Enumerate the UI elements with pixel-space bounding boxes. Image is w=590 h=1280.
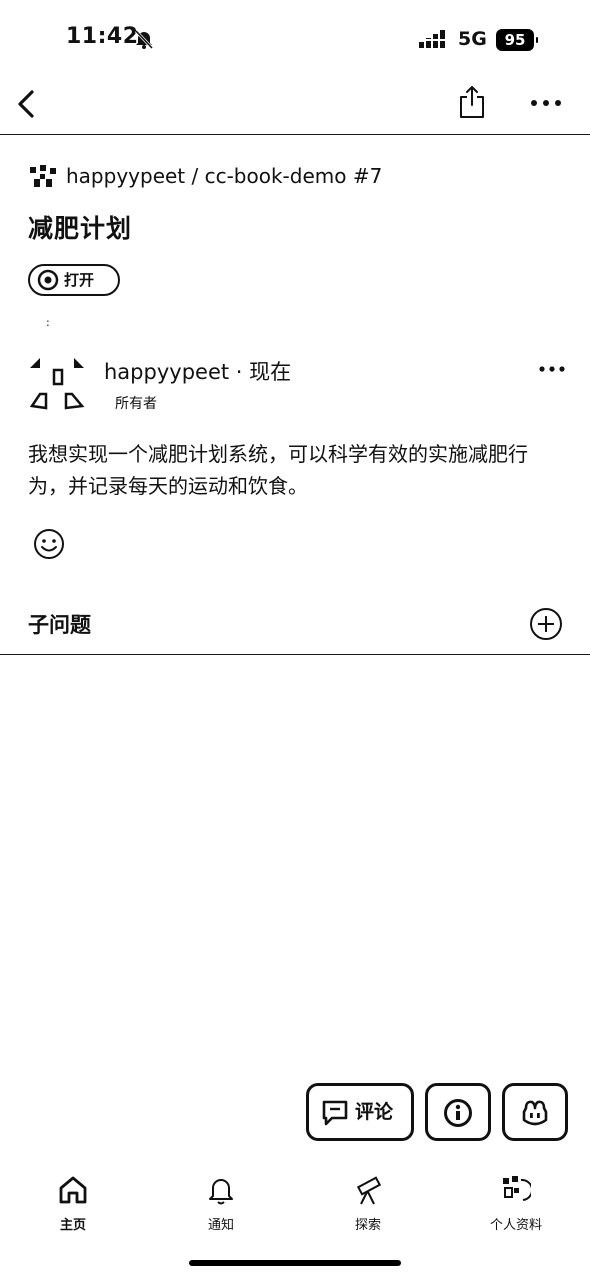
timeline-mark: : — [46, 316, 50, 329]
add-reaction-icon[interactable] — [32, 527, 66, 561]
home-indicator — [189, 1260, 401, 1266]
issue-title: 减肥计划 — [28, 214, 133, 243]
info-button[interactable] — [425, 1083, 491, 1141]
add-sub-issue-icon[interactable] — [529, 607, 563, 641]
info-icon — [444, 1099, 472, 1127]
share-icon[interactable] — [458, 84, 486, 120]
issue-open-icon — [37, 269, 59, 291]
repo-avatar-icon — [30, 165, 56, 187]
telescope-icon — [356, 1176, 382, 1205]
tab-profile[interactable]: 个人资料 — [461, 1174, 571, 1234]
comment-icon — [322, 1100, 348, 1126]
issue-state-label: 打开 — [64, 271, 95, 289]
bell-muted-icon — [134, 29, 154, 49]
author-avatar[interactable] — [30, 356, 86, 412]
tab-notifications-label: 通知 — [207, 1218, 234, 1233]
tab-profile-label: 个人资料 — [489, 1218, 542, 1233]
issue-state-badge: 打开 — [28, 264, 120, 296]
more-icon[interactable] — [530, 96, 562, 110]
copilot-icon — [522, 1100, 548, 1126]
status-time: 11:42 — [66, 24, 139, 49]
tab-home-label: 主页 — [59, 1218, 86, 1233]
copilot-button[interactable] — [502, 1083, 568, 1141]
sub-issues-title: 子问题 — [28, 613, 91, 637]
back-icon[interactable] — [14, 86, 40, 122]
comment-button[interactable]: 评论 — [306, 1083, 414, 1141]
comment-more-icon[interactable] — [538, 362, 566, 376]
header-divider — [0, 134, 590, 135]
comment-author-line[interactable]: happyypeet · 现在 — [104, 356, 291, 386]
tab-home[interactable]: 主页 — [18, 1174, 128, 1234]
section-divider — [0, 654, 590, 655]
comment-button-label: 评论 — [355, 1101, 394, 1123]
home-icon — [59, 1176, 87, 1204]
tab-notifications[interactable]: 通知 — [166, 1174, 276, 1234]
signal-icon — [418, 30, 448, 48]
battery-tip — [536, 37, 538, 43]
battery-level: 95 — [496, 29, 534, 51]
comment-body: 我想实现一个减肥计划系统，可以科学有效的实施减肥行为，并记录每天的运动和饮食。 — [28, 442, 528, 498]
bell-icon — [209, 1179, 233, 1205]
network-type: 5G — [458, 28, 487, 50]
profile-icon — [503, 1176, 531, 1201]
tab-explore[interactable]: 探索 — [313, 1174, 423, 1234]
author-role-badge: 所有者 — [115, 396, 157, 412]
repo-breadcrumb[interactable]: happyypeet / cc-book-demo #7 — [66, 164, 382, 188]
tab-explore-label: 探索 — [354, 1218, 381, 1233]
